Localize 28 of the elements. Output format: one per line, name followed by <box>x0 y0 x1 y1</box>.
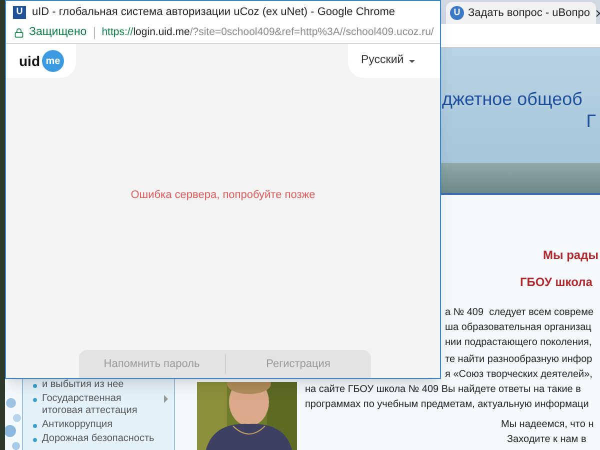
language-selector[interactable]: Русский <box>348 44 440 78</box>
body-text: программах по учебным предметам, актуальную информаци <box>305 398 589 412</box>
site-title: джетное общеоб <box>442 88 584 110</box>
welcome-heading: ГБОУ школа <box>519 274 594 290</box>
sidebar-link[interactable]: и выбытия из нее <box>42 379 168 391</box>
welcome-heading: Мы рады <box>542 247 600 263</box>
window-title: uID - глобальная система авторизации uCoz (ex uNet) - Google Chrome <box>32 4 395 20</box>
site-title: Г <box>586 110 596 132</box>
body-text: нии подрастающего поколения, <box>445 336 592 350</box>
body-text: а № 409 следует всем совреме <box>445 306 594 320</box>
caret-icon <box>408 60 415 62</box>
sidebar-link[interactable]: Антикоррупция <box>42 419 168 431</box>
sidebar-link[interactable]: Дорожная безопасность <box>42 433 168 445</box>
body-text: Мы надеемся, что н <box>501 418 594 432</box>
body-text: те найти разнообразную инфор <box>445 353 592 367</box>
url-text[interactable]: https://login.uid.me/?site=0school409&ref=http%3A//school409.ucoz.ru/ <box>102 25 434 41</box>
body-text: я «Союз творческих деятелей», <box>445 368 592 382</box>
tab-title: Задать вопрос - uВопро <box>468 6 590 21</box>
lock-icon <box>14 28 24 38</box>
sidebar-link[interactable]: Государственная итоговая аттестация <box>42 393 159 417</box>
logo: uid me <box>6 44 76 78</box>
favicon-icon: U <box>13 6 26 18</box>
secure-label: Защищено <box>29 25 87 40</box>
body-text: ша образовательная организац <box>445 321 592 335</box>
favicon-icon: U <box>450 6 464 20</box>
error-message: Ошибка сервера, попробуйте позже <box>130 188 316 203</box>
body-text: на сайте ГБОУ школа № 409 Вы найдете ответы на такие в <box>305 383 581 397</box>
body-text: Заходите к нам в <box>507 433 586 447</box>
